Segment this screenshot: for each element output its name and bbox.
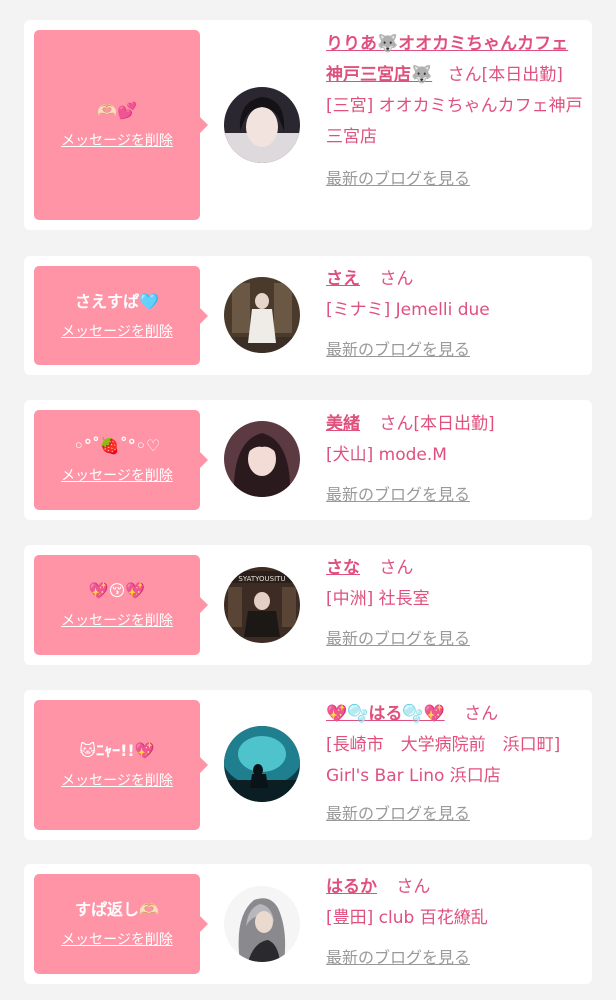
latest-blog-link[interactable]: 最新のブログを見る — [326, 798, 470, 829]
message-text: すぱ返し🫶🏻 — [75, 900, 159, 919]
message-bubble: ◦°˚🍓˚°◦♡ メッセージを削除 — [34, 410, 208, 510]
cast-name-link[interactable]: 💖🫧はる🫧💖 — [326, 704, 445, 724]
avatar[interactable] — [224, 886, 300, 962]
delete-message-link[interactable]: メッセージを削除 — [61, 931, 173, 949]
message-text: ◦°˚🍓˚°◦♡ — [73, 436, 161, 455]
honorific: さん — [464, 704, 499, 724]
delete-message-link[interactable]: メッセージを削除 — [61, 323, 173, 341]
avatar[interactable] — [224, 421, 300, 497]
cast-info: 💖🫧はる🫧💖 さん [長崎市 大学病院前 浜口町] Girl's Bar Lin… — [326, 699, 584, 830]
avatar-image — [224, 886, 300, 962]
message-text: 🫶🏻💕 — [97, 101, 137, 120]
avatar-image: SYATYOUSITU — [224, 567, 300, 643]
avatar-image — [224, 726, 300, 802]
message-card: ◦°˚🍓˚°◦♡ メッセージを削除 美緒 さん[本日出勤] [犬山] mode.… — [24, 400, 592, 520]
message-text: 💖😚💖 — [88, 581, 146, 600]
honorific: さん — [396, 877, 431, 897]
avatar-image — [224, 87, 300, 163]
honorific: さん — [379, 269, 414, 289]
message-card: 🐱ﾆｬｰ!!💖 メッセージを削除 💖🫧はる🫧💖 さん [長崎市 大学病院前 浜口… — [24, 690, 592, 840]
cast-name-link[interactable]: さな — [326, 558, 360, 578]
latest-blog-link[interactable]: 最新のブログを見る — [326, 623, 470, 654]
cast-info: さえ さん [ミナミ] Jemelli due 最新のブログを見る — [326, 264, 584, 366]
svg-text:SYATYOUSITU: SYATYOUSITU — [238, 575, 285, 583]
message-card: すぱ返し🫶🏻 メッセージを削除 はるか さん [豊田] club 百花繚乱 最新… — [24, 864, 592, 984]
avatar[interactable] — [224, 277, 300, 353]
message-bubble: 💖😚💖 メッセージを削除 — [34, 555, 208, 655]
delete-message-link[interactable]: メッセージを削除 — [61, 612, 173, 630]
delete-message-link[interactable]: メッセージを削除 — [61, 467, 173, 485]
latest-blog-link[interactable]: 最新のブログを見る — [326, 334, 470, 365]
latest-blog-link[interactable]: 最新のブログを見る — [326, 163, 470, 194]
avatar-image — [224, 277, 300, 353]
delete-message-link[interactable]: メッセージを削除 — [61, 132, 173, 150]
shop-info: [犬山] mode.M — [326, 445, 447, 465]
avatar[interactable] — [224, 87, 300, 163]
avatar-image — [224, 421, 300, 497]
latest-blog-link[interactable]: 最新のブログを見る — [326, 479, 470, 510]
message-bubble: 🫶🏻💕 メッセージを削除 — [34, 30, 208, 220]
honorific: さん — [447, 65, 482, 85]
latest-blog-link[interactable]: 最新のブログを見る — [326, 942, 470, 973]
message-card: 💖😚💖 メッセージを削除 SYATYOUSITU さな さん [中洲] 社長室 … — [24, 545, 592, 665]
cast-info: はるか さん [豊田] club 百花繚乱 最新のブログを見る — [326, 872, 584, 974]
cast-info: 美緒 さん[本日出勤] [犬山] mode.M 最新のブログを見る — [326, 409, 584, 511]
status-badge: [本日出勤] — [481, 65, 563, 85]
shop-info: [長崎市 大学病院前 浜口町] Girl's Bar Lino 浜口店 — [326, 735, 561, 786]
message-bubble: さえすぱ🩵 メッセージを削除 — [34, 266, 208, 365]
message-bubble: すぱ返し🫶🏻 メッセージを削除 — [34, 874, 208, 974]
cast-name-link[interactable]: さえ — [326, 269, 360, 289]
cast-name-link[interactable]: はるか — [326, 877, 377, 897]
message-text: さえすぱ🩵 — [75, 291, 159, 311]
message-list: 🫶🏻💕 メッセージを削除 りりあ🐺オオカミちゃんカフェ神戸三宮店🐺 さん[本日出… — [0, 0, 616, 1000]
message-text: 🐱ﾆｬｰ!!💖 — [79, 741, 155, 760]
shop-info: [中洲] 社長室 — [326, 589, 430, 609]
honorific: さん — [379, 414, 414, 434]
cast-info: りりあ🐺オオカミちゃんカフェ神戸三宮店🐺 さん[本日出勤] [三宮] オオカミち… — [326, 29, 584, 195]
shop-info: [豊田] club 百花繚乱 — [326, 908, 488, 928]
cast-info: さな さん [中洲] 社長室 最新のブログを見る — [326, 553, 584, 655]
message-card: 🫶🏻💕 メッセージを削除 りりあ🐺オオカミちゃんカフェ神戸三宮店🐺 さん[本日出… — [24, 20, 592, 230]
avatar[interactable] — [224, 726, 300, 802]
shop-info: [ミナミ] Jemelli due — [326, 300, 490, 320]
avatar[interactable]: SYATYOUSITU — [224, 567, 300, 643]
shop-info: [三宮] オオカミちゃんカフェ神戸三宮店 — [326, 96, 583, 147]
cast-name-link[interactable]: 美緒 — [326, 414, 360, 434]
message-bubble: 🐱ﾆｬｰ!!💖 メッセージを削除 — [34, 700, 208, 830]
honorific: さん — [379, 558, 414, 578]
delete-message-link[interactable]: メッセージを削除 — [61, 772, 173, 790]
status-badge: [本日出勤] — [413, 414, 495, 434]
message-card: さえすぱ🩵 メッセージを削除 さえ さん [ミナミ] Jemelli due 最… — [24, 256, 592, 375]
